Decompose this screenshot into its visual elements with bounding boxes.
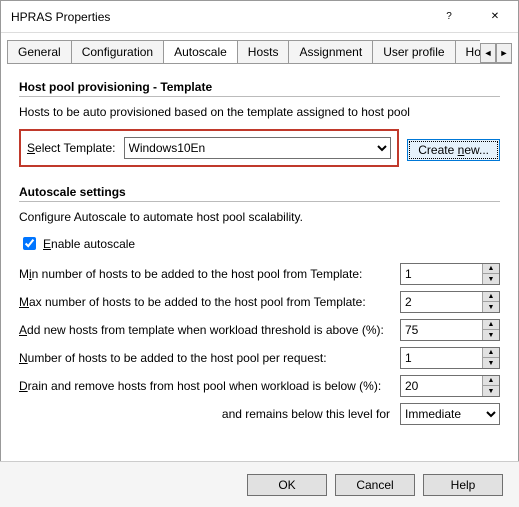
tab-hosts[interactable]: Hosts — [237, 40, 290, 63]
enable-autoscale-label: Enable autoscale — [43, 237, 135, 251]
min-hosts-spinner[interactable]: ▲▼ — [400, 263, 500, 285]
help-icon[interactable]: ? — [426, 1, 472, 33]
tab-panel-autoscale: Host pool provisioning - Template Hosts … — [1, 64, 518, 433]
per-request-input[interactable] — [401, 348, 482, 368]
tab-scroll-right[interactable]: ► — [496, 43, 512, 63]
add-threshold-spinner[interactable]: ▲▼ — [400, 319, 500, 341]
tab-assignment[interactable]: Assignment — [288, 40, 373, 63]
title-bar: HPRAS Properties ? ✕ — [1, 1, 518, 33]
spin-down-icon[interactable]: ▼ — [483, 330, 499, 340]
tab-general[interactable]: General — [7, 40, 72, 63]
spin-up-icon[interactable]: ▲ — [483, 320, 499, 330]
max-hosts-spinner[interactable]: ▲▼ — [400, 291, 500, 313]
provisioning-hint: Hosts to be auto provisioned based on th… — [19, 105, 500, 119]
spin-up-icon[interactable]: ▲ — [483, 264, 499, 274]
enable-autoscale-checkbox[interactable] — [23, 237, 36, 250]
section-title-provisioning: Host pool provisioning - Template — [19, 80, 500, 97]
max-hosts-label: Max number of hosts to be added to the h… — [19, 295, 390, 309]
remain-below-dropdown[interactable]: Immediate — [400, 403, 500, 425]
select-template-label: Select Template: — [27, 141, 116, 155]
spin-up-icon[interactable]: ▲ — [483, 376, 499, 386]
tab-configuration[interactable]: Configuration — [71, 40, 164, 63]
spin-down-icon[interactable]: ▼ — [483, 358, 499, 368]
min-hosts-input[interactable] — [401, 264, 482, 284]
cancel-button[interactable]: Cancel — [335, 474, 415, 496]
add-threshold-label: Add new hosts from template when workloa… — [19, 323, 390, 337]
tab-scroll-left[interactable]: ◄ — [480, 43, 496, 63]
tab-scroll: ◄ ► — [480, 43, 512, 63]
drain-threshold-input[interactable] — [401, 376, 482, 396]
spin-up-icon[interactable]: ▲ — [483, 292, 499, 302]
window-title: HPRAS Properties — [11, 10, 426, 24]
remain-below-label: and remains below this level for — [19, 407, 390, 421]
section-title-autoscale: Autoscale settings — [19, 185, 500, 202]
close-icon[interactable]: ✕ — [472, 1, 518, 33]
autoscale-hint: Configure Autoscale to automate host poo… — [19, 210, 500, 224]
spin-down-icon[interactable]: ▼ — [483, 274, 499, 284]
tab-bar: GeneralConfigurationAutoscaleHostsAssign… — [7, 39, 512, 64]
per-request-label: Number of hosts to be added to the host … — [19, 351, 390, 365]
max-hosts-input[interactable] — [401, 292, 482, 312]
spin-down-icon[interactable]: ▼ — [483, 386, 499, 396]
create-new-button[interactable]: Create new... — [407, 139, 500, 161]
template-highlight-box: Select Template: Windows10En — [19, 129, 399, 167]
help-button[interactable]: Help — [423, 474, 503, 496]
dialog-footer: OK Cancel Help — [0, 461, 519, 507]
spin-up-icon[interactable]: ▲ — [483, 348, 499, 358]
spin-down-icon[interactable]: ▼ — [483, 302, 499, 312]
autoscale-grid: Min number of hosts to be added to the h… — [19, 263, 500, 425]
min-hosts-label: Min number of hosts to be added to the h… — [19, 267, 390, 281]
tab-autoscale[interactable]: Autoscale — [163, 40, 238, 63]
ok-button[interactable]: OK — [247, 474, 327, 496]
tab-user-profile[interactable]: User profile — [372, 40, 455, 63]
tab-host-pool-settings[interactable]: Host pool settings — [455, 40, 480, 63]
enable-autoscale-row: Enable autoscale — [19, 234, 500, 253]
drain-threshold-spinner[interactable]: ▲▼ — [400, 375, 500, 397]
add-threshold-input[interactable] — [401, 320, 482, 340]
drain-threshold-label: Drain and remove hosts from host pool wh… — [19, 379, 390, 393]
select-template-dropdown[interactable]: Windows10En — [124, 137, 392, 159]
per-request-spinner[interactable]: ▲▼ — [400, 347, 500, 369]
